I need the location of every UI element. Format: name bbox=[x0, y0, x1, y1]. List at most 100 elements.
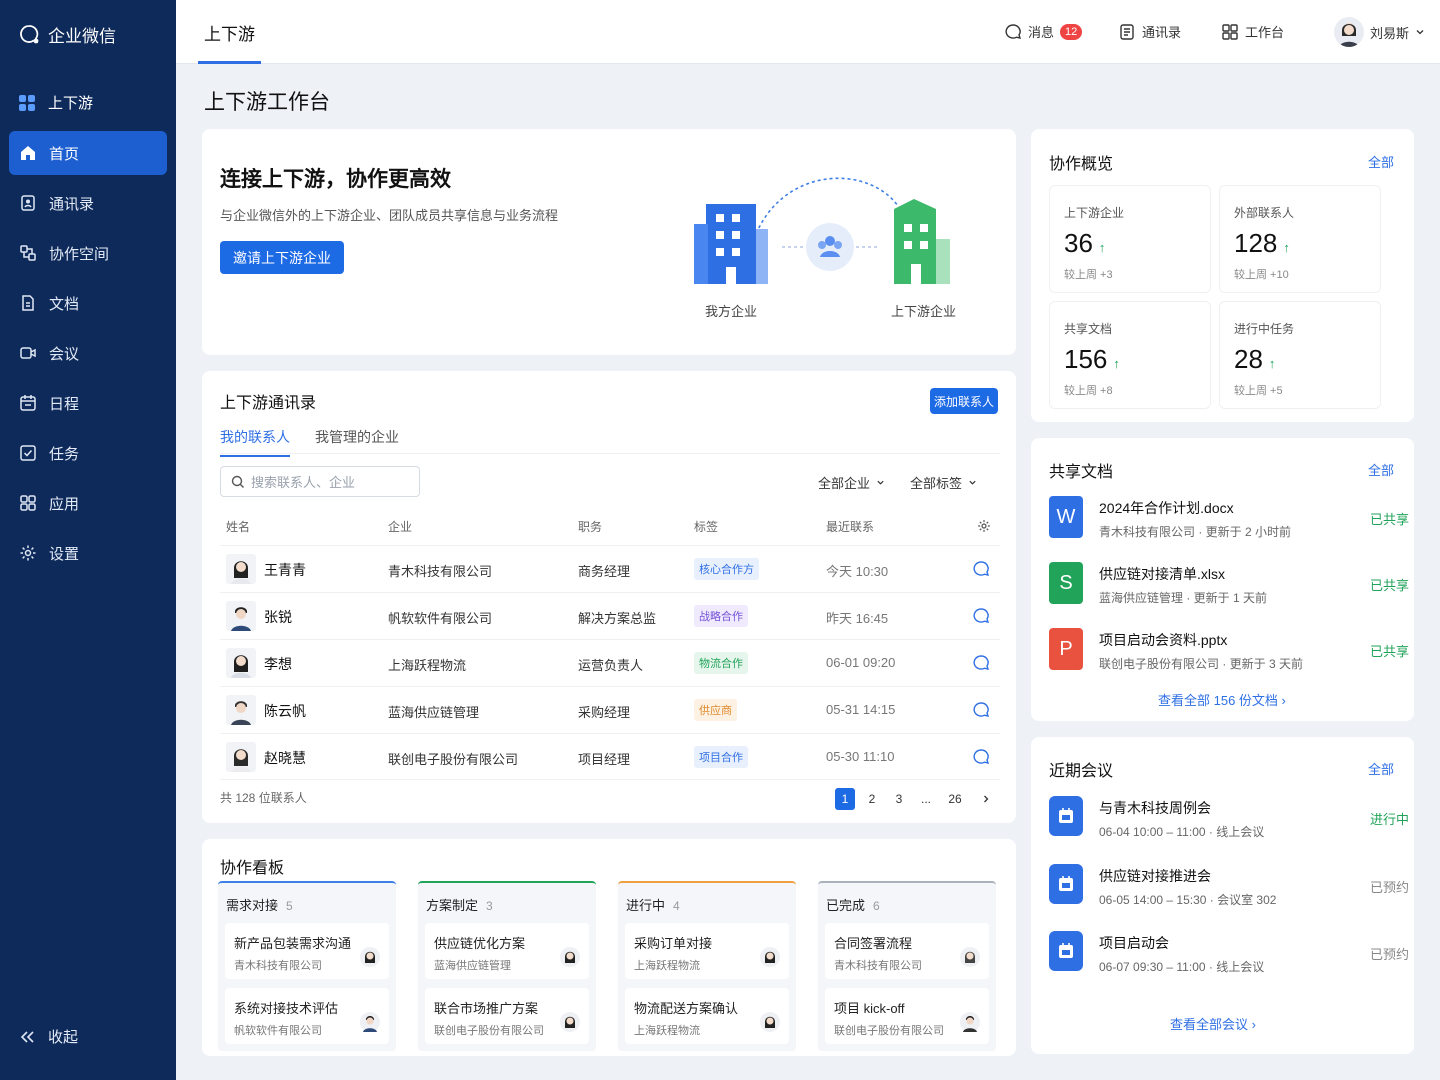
hero-description: 与企业微信外的上下游企业、团队成员共享信息与业务流程 bbox=[220, 208, 559, 223]
meeting-item[interactable]: 项目启动会 06-07 09:30 – 11:00 · 线上会议 已预约 bbox=[1049, 931, 1409, 987]
assignee-avatar bbox=[360, 947, 380, 967]
page-1-button[interactable]: 1 bbox=[835, 788, 855, 810]
task-check-icon bbox=[20, 445, 36, 461]
sidebar-item-home[interactable]: 首页 bbox=[9, 131, 167, 175]
contact-last-time: 05-31 14:15 bbox=[826, 702, 896, 717]
meeting-status: 进行中 bbox=[1369, 812, 1409, 827]
view-all-docs-link[interactable]: 查看全部 156 份文档 › bbox=[1158, 690, 1286, 709]
trend-up-icon: ↑ bbox=[1098, 240, 1106, 255]
overview-all-link[interactable]: 全部 bbox=[1368, 152, 1394, 171]
meetings-all-link[interactable]: 全部 bbox=[1368, 759, 1394, 778]
meeting-meta: 06-07 09:30 – 11:00 · 线上会议 bbox=[1099, 960, 1265, 974]
app-name: 企业微信 bbox=[48, 27, 116, 46]
app-logo[interactable]: 企业微信 bbox=[18, 22, 116, 47]
sidebar-item-meeting[interactable]: 会议 bbox=[9, 331, 167, 375]
message-count-badge: 12 bbox=[1060, 23, 1083, 40]
chat-bubble-icon[interactable] bbox=[972, 560, 990, 578]
chat-bubble-icon[interactable] bbox=[972, 748, 990, 766]
table-settings-gear-icon[interactable] bbox=[977, 519, 991, 533]
kanban-card-item[interactable]: 联合市场推广方案 联创电子股份有限公司 bbox=[425, 988, 589, 1044]
stat-label: 上下游企业 bbox=[1064, 206, 1125, 220]
assignee-avatar bbox=[760, 947, 780, 967]
workbench-icon bbox=[1222, 23, 1238, 40]
chat-bubble-icon[interactable] bbox=[972, 701, 990, 719]
chat-bubble-icon[interactable] bbox=[972, 607, 990, 625]
sidebar-group-upstream[interactable]: 上下游 bbox=[18, 92, 93, 113]
sidebar-item-docs[interactable]: 文档 bbox=[9, 281, 167, 325]
doc-name: 2024年合作计划.docx bbox=[1099, 500, 1234, 516]
kanban-column-count: 6 bbox=[873, 899, 880, 913]
sidebar-item-settings[interactable]: 设置 bbox=[9, 531, 167, 575]
table-row[interactable]: 李想 上海跃程物流 运营负责人 物流合作 06-01 09:20 bbox=[220, 639, 1000, 686]
contact-tag: 供应商 bbox=[694, 699, 737, 721]
doc-item[interactable]: W 2024年合作计划.docx 青木科技有限公司 · 更新于 2 小时前 已共… bbox=[1049, 496, 1409, 552]
stat-active-tasks[interactable]: 进行中任务 28 ↑ 较上周 +5 bbox=[1219, 301, 1381, 409]
meeting-item[interactable]: 供应链对接推进会 06-05 14:00 – 15:30 · 会议室 302 已… bbox=[1049, 864, 1409, 920]
workbench-button[interactable]: 工作台 bbox=[1221, 22, 1284, 41]
kanban-column-done: 已完成 6 合同签署流程 青木科技有限公司 项目 kick-off 联创电子股份有限公… bbox=[818, 881, 996, 1051]
tag-filter-label: 全部标签 bbox=[910, 476, 963, 491]
tab-upstream[interactable]: 上下游 bbox=[198, 0, 261, 64]
message-icon bbox=[1005, 23, 1022, 39]
kanban-column-header: 需求对接 5 bbox=[226, 895, 293, 914]
kanban-card-item[interactable]: 系统对接技术评估 帆软软件有限公司 bbox=[225, 988, 389, 1044]
kanban-card-item[interactable]: 新产品包装需求沟通 青木科技有限公司 bbox=[225, 923, 389, 979]
page-3-button[interactable]: 3 bbox=[889, 788, 909, 810]
table-row[interactable]: 王青青 青木科技有限公司 商务经理 核心合作方 今天 10:30 bbox=[220, 545, 1000, 592]
topbar: 上下游 消息 12 通讯录 工作台 刘易斯 bbox=[176, 0, 1440, 64]
sidebar-item-apps[interactable]: 应用 bbox=[9, 481, 167, 525]
tag-filter-dropdown[interactable]: 全部标签 bbox=[910, 473, 977, 492]
kanban-column-name: 需求对接 bbox=[226, 898, 279, 913]
contact-last-time: 今天 10:30 bbox=[826, 564, 889, 579]
tab-managed-companies[interactable]: 我管理的企业 bbox=[315, 427, 399, 447]
contact-tag: 物流合作 bbox=[694, 652, 748, 674]
search-input[interactable]: 搜索联系人、企业 bbox=[220, 466, 420, 497]
sidebar-item-tasks[interactable]: 任务 bbox=[9, 431, 167, 475]
invite-partner-button[interactable]: 邀请上下游企业 bbox=[220, 241, 344, 274]
table-row[interactable]: 赵晓慧 联创电子股份有限公司 项目经理 项目合作 05-30 11:10 bbox=[220, 733, 1000, 780]
messages-button[interactable]: 消息 12 bbox=[1004, 22, 1083, 41]
stat-partner-companies[interactable]: 上下游企业 36 ↑ 较上周 +3 bbox=[1049, 185, 1211, 293]
docs-all-link[interactable]: 全部 bbox=[1368, 460, 1394, 479]
stat-delta: 较上周 +3 bbox=[1064, 269, 1113, 281]
contacts-button[interactable]: 通讯录 bbox=[1118, 22, 1181, 41]
kanban-card-item[interactable]: 采购订单对接 上海跃程物流 bbox=[625, 923, 789, 979]
sidebar-item-calendar[interactable]: 日程 bbox=[9, 381, 167, 425]
contact-avatar bbox=[226, 554, 256, 584]
stat-shared-docs[interactable]: 共享文档 156 ↑ 较上周 +8 bbox=[1049, 301, 1211, 409]
company-filter-dropdown[interactable]: 全部企业 bbox=[818, 473, 885, 492]
doc-item[interactable]: S 供应链对接清单.xlsx 蓝海供应链管理 · 更新于 1 天前 已共享 bbox=[1049, 562, 1409, 618]
doc-item[interactable]: P 项目启动会资料.pptx 联创电子股份有限公司 · 更新于 3 天前 已共享 bbox=[1049, 628, 1409, 684]
page-title: 上下游工作台 bbox=[204, 91, 330, 114]
stat-delta: 较上周 +5 bbox=[1234, 385, 1283, 397]
chat-bubble-icon[interactable] bbox=[972, 654, 990, 672]
kanban-card-title: 项目 kick-off bbox=[834, 1001, 905, 1016]
view-all-meetings-link[interactable]: 查看全部会议 › bbox=[1170, 1014, 1256, 1033]
user-name: 刘易斯 bbox=[1370, 25, 1410, 41]
kanban-column-header: 已完成 6 bbox=[826, 895, 880, 914]
kanban-card-item[interactable]: 项目 kick-off 联创电子股份有限公司 bbox=[825, 988, 989, 1044]
next-page-chevron-icon[interactable] bbox=[981, 794, 991, 804]
sidebar-item-workspace[interactable]: 协作空间 bbox=[9, 231, 167, 275]
contact-tag: 核心合作方 bbox=[694, 558, 759, 580]
table-row[interactable]: 张锐 帆软软件有限公司 解决方案总监 战略合作 昨天 16:45 bbox=[220, 592, 1000, 639]
table-row[interactable]: 陈云帆 蓝海供应链管理 采购经理 供应商 05-31 14:15 bbox=[220, 686, 1000, 733]
meeting-name: 与青木科技周例会 bbox=[1099, 800, 1211, 816]
page-26-button[interactable]: 26 bbox=[945, 788, 965, 810]
stat-external-contacts[interactable]: 外部联系人 128 ↑ 较上周 +10 bbox=[1219, 185, 1381, 293]
contact-name: 李想 bbox=[264, 656, 292, 672]
kanban-card-title: 采购订单对接 bbox=[634, 936, 713, 951]
sidebar-collapse-button[interactable]: 收起 bbox=[18, 1026, 78, 1047]
meeting-item[interactable]: 与青木科技周例会 06-04 10:00 – 11:00 · 线上会议 进行中 bbox=[1049, 796, 1409, 852]
kanban-column-in-progress: 进行中 4 采购订单对接 上海跃程物流 物流配送方案确认 上海跃程物流 bbox=[618, 881, 796, 1051]
kanban-card-item[interactable]: 合同签署流程 青木科技有限公司 bbox=[825, 923, 989, 979]
tabs-divider bbox=[220, 453, 1000, 454]
kanban-card-item[interactable]: 供应链优化方案 蓝海供应链管理 bbox=[425, 923, 589, 979]
contact-company: 联创电子股份有限公司 bbox=[388, 752, 519, 767]
kanban-card-item[interactable]: 物流配送方案确认 上海跃程物流 bbox=[625, 988, 789, 1044]
kanban-card-company: 联创电子股份有限公司 bbox=[434, 1025, 544, 1037]
user-menu[interactable]: 刘易斯 bbox=[1334, 17, 1425, 47]
page-2-button[interactable]: 2 bbox=[862, 788, 882, 810]
sidebar-item-contacts[interactable]: 通讯录 bbox=[9, 181, 167, 225]
add-contact-button[interactable]: 添加联系人 bbox=[930, 388, 998, 414]
